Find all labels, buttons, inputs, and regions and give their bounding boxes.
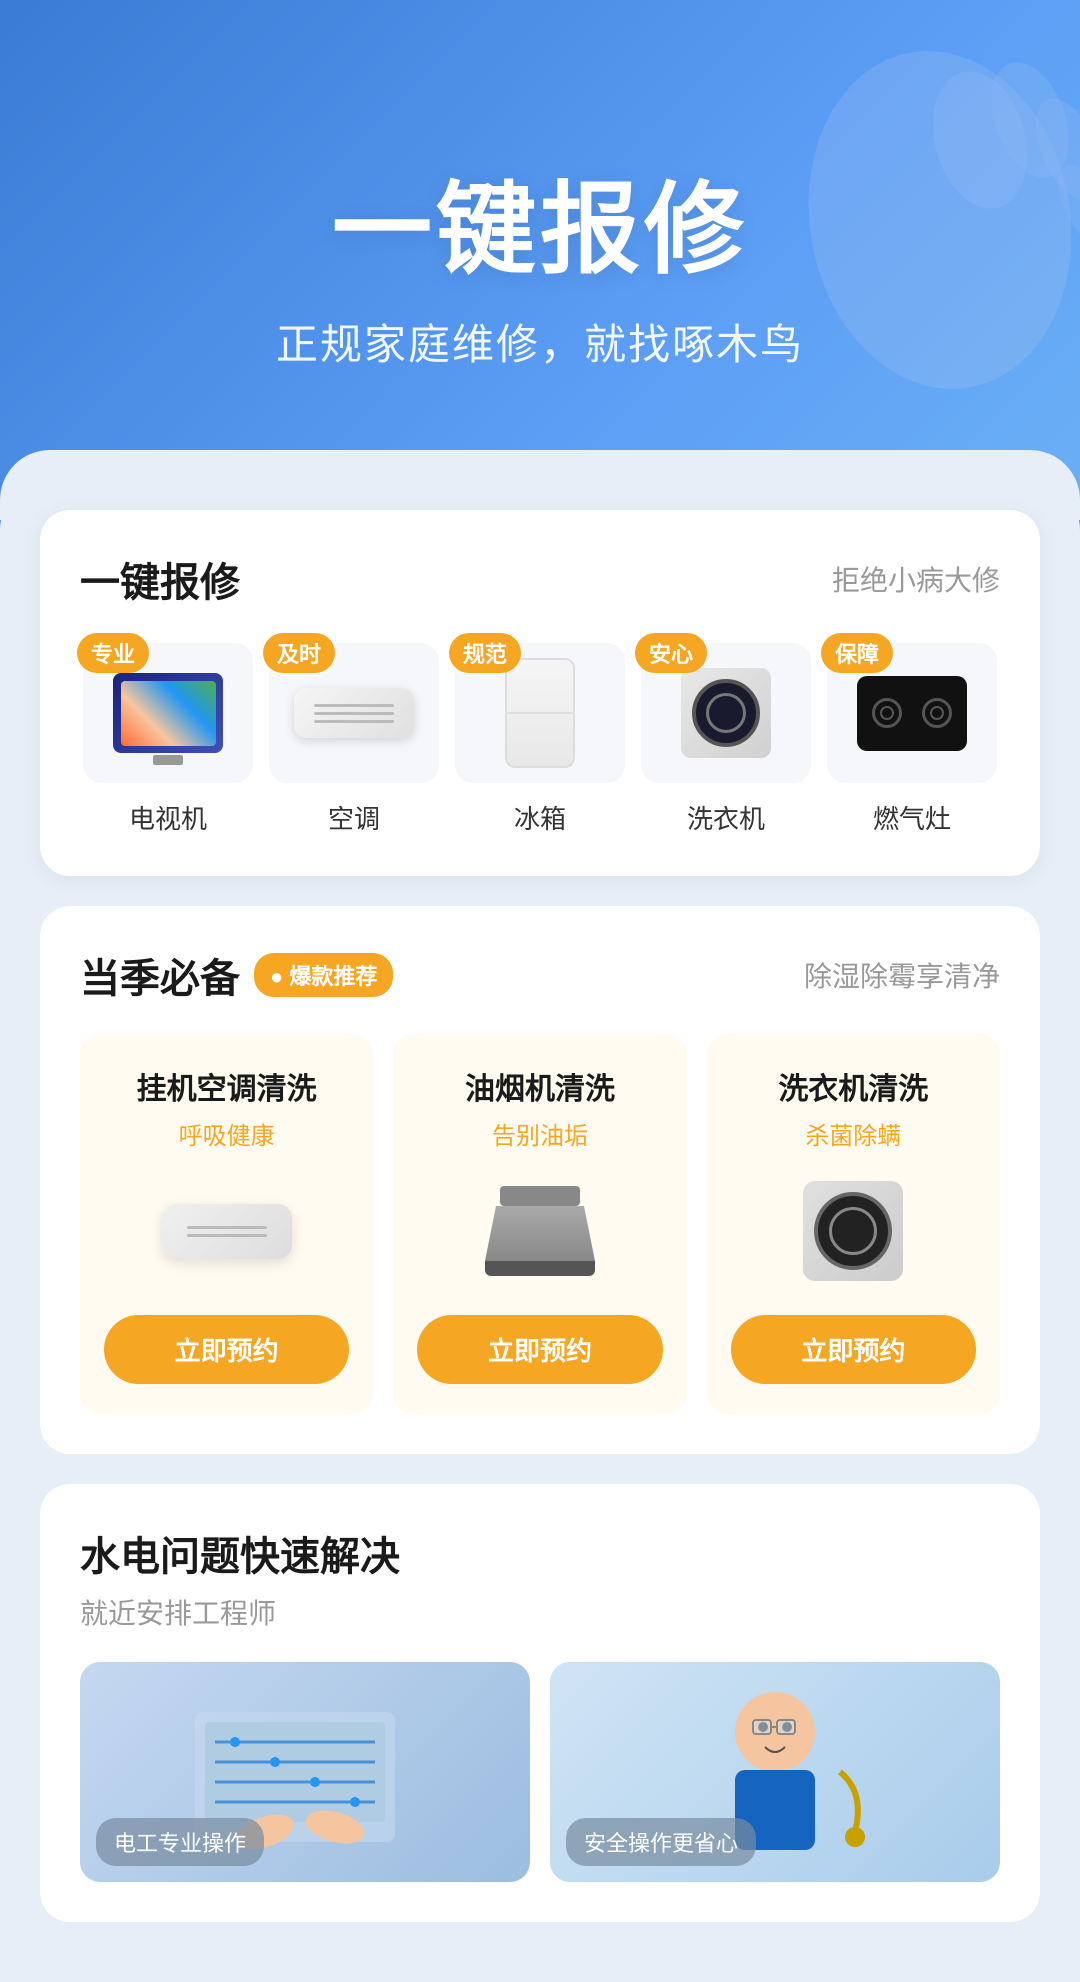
tv-badge: 专业 [77, 633, 149, 673]
hero-title: 一键报修 [332, 148, 748, 293]
hot-badge: ● 爆款推荐 [254, 953, 393, 997]
tv-icon [113, 673, 223, 753]
mini-hood-icon [485, 1186, 595, 1276]
mini-ac-icon [162, 1204, 292, 1259]
service-grid: 挂机空调清洗 呼吸健康 立即预约 油烟机清洗 告别油垢 [80, 1034, 1000, 1414]
repair-card-title: 一键报修 [80, 550, 240, 608]
stove-burner-left [872, 698, 902, 728]
mini-washer-drum [814, 1192, 892, 1270]
service-item-ac-clean: 挂机空调清洗 呼吸健康 立即预约 [80, 1034, 373, 1414]
ac-icon [294, 688, 414, 738]
stove-burner-inner-right [930, 706, 944, 720]
appliance-img-ac: 及时 [269, 643, 439, 783]
ac-line-3 [314, 720, 394, 723]
appliance-item-ac[interactable]: 及时 空调 [266, 643, 442, 836]
service-ac-desc: 呼吸健康 [179, 1116, 275, 1151]
fridge-top [507, 660, 573, 714]
fridge-badge: 规范 [449, 633, 521, 673]
plumbing-img-electric[interactable]: 电工专业操作 [80, 1662, 530, 1882]
fridge-label: 冰箱 [514, 799, 566, 836]
season-header: 当季必备 ● 爆款推荐 除湿除霉享清净 [80, 946, 1000, 1004]
season-title: 当季必备 [80, 946, 240, 1004]
service-washer-name: 洗衣机清洗 [778, 1064, 928, 1108]
repair-card-header: 一键报修 拒绝小病大修 [80, 550, 1000, 608]
mini-washer-inner [829, 1207, 877, 1255]
service-ac-img [147, 1171, 307, 1291]
stove-burner-inner-left [880, 706, 894, 720]
season-title-wrap: 当季必备 ● 爆款推荐 [80, 946, 393, 1004]
repair-card-subtitle: 拒绝小病大修 [832, 559, 1000, 599]
service-ac-name: 挂机空调清洗 [137, 1064, 317, 1108]
tv-label: 电视机 [129, 799, 207, 836]
mini-ac-line-1 [187, 1226, 267, 1229]
appliance-img-tv: 专业 [83, 643, 253, 783]
book-hood-button[interactable]: 立即预约 [417, 1315, 662, 1384]
book-washer-button[interactable]: 立即预约 [731, 1315, 976, 1384]
ac-lines [314, 704, 394, 723]
service-hood-name: 油烟机清洗 [465, 1064, 615, 1108]
hood-top [500, 1186, 580, 1206]
stove-burner-right [922, 698, 952, 728]
hero-section: 一键报修 正规家庭维修，就找啄木鸟 [0, 0, 1080, 520]
tv-stand [153, 755, 183, 765]
appliance-item-washer[interactable]: 安心 洗衣机 [638, 643, 814, 836]
service-item-hood-clean: 油烟机清洗 告别油垢 立即预约 [393, 1034, 686, 1414]
service-item-washer-clean: 洗衣机清洗 杀菌除螨 立即预约 [707, 1034, 1000, 1414]
appliance-grid: 专业 电视机 及时 [80, 643, 1000, 836]
season-card: 当季必备 ● 爆款推荐 除湿除霉享清净 挂机空调清洗 呼吸健康 立 [40, 906, 1040, 1454]
ac-line-2 [314, 712, 394, 715]
book-ac-button[interactable]: 立即预约 [104, 1315, 349, 1384]
tv-screen [121, 681, 216, 746]
hood-bottom [485, 1261, 595, 1276]
hood-body [485, 1206, 595, 1261]
washer-label: 洗衣机 [687, 799, 765, 836]
plumbing-safety-badge: 安全操作更省心 [566, 1818, 756, 1866]
hero-subtitle: 正规家庭维修，就找啄木鸟 [276, 311, 804, 372]
stove-label: 燃气灶 [873, 799, 951, 836]
fridge-bottom [507, 714, 573, 766]
stove-icon [857, 676, 967, 751]
washer-icon [681, 668, 771, 758]
plumbing-electric-badge: 电工专业操作 [96, 1818, 264, 1866]
mini-washer-icon [803, 1181, 903, 1281]
plumbing-subtitle: 就近安排工程师 [80, 1592, 1000, 1632]
plumbing-card: 水电问题快速解决 就近安排工程师 [40, 1484, 1040, 1922]
stove-badge: 保障 [821, 633, 893, 673]
mini-ac-line-2 [187, 1234, 267, 1237]
hand-illustration [720, 20, 1080, 520]
season-subtitle: 除湿除霉享清净 [804, 955, 1000, 995]
appliance-img-stove: 保障 [827, 643, 997, 783]
plumbing-img-safety[interactable]: 安全操作更省心 [550, 1662, 1000, 1882]
service-washer-img [773, 1171, 933, 1291]
washer-badge: 安心 [635, 633, 707, 673]
ac-line-1 [314, 704, 394, 707]
appliance-item-tv[interactable]: 专业 电视机 [80, 643, 256, 836]
washer-inner [706, 693, 746, 733]
mini-ac-lines [187, 1226, 267, 1237]
plumbing-images: 电工专业操作 [80, 1662, 1000, 1882]
appliance-img-fridge: 规范 [455, 643, 625, 783]
ac-label: 空调 [328, 799, 380, 836]
service-hood-img [460, 1171, 620, 1291]
ac-badge: 及时 [263, 633, 335, 673]
main-content: 一键报修 拒绝小病大修 专业 电视机 及时 [0, 480, 1080, 1982]
appliance-img-washer: 安心 [641, 643, 811, 783]
repair-card: 一键报修 拒绝小病大修 专业 电视机 及时 [40, 510, 1040, 876]
service-hood-desc: 告别油垢 [492, 1116, 588, 1151]
service-washer-desc: 杀菌除螨 [805, 1116, 901, 1151]
appliance-item-fridge[interactable]: 规范 冰箱 [452, 643, 628, 836]
fridge-icon [505, 658, 575, 768]
washer-drum [692, 679, 760, 747]
appliance-item-stove[interactable]: 保障 燃气灶 [824, 643, 1000, 836]
plumbing-title: 水电问题快速解决 [80, 1524, 1000, 1582]
